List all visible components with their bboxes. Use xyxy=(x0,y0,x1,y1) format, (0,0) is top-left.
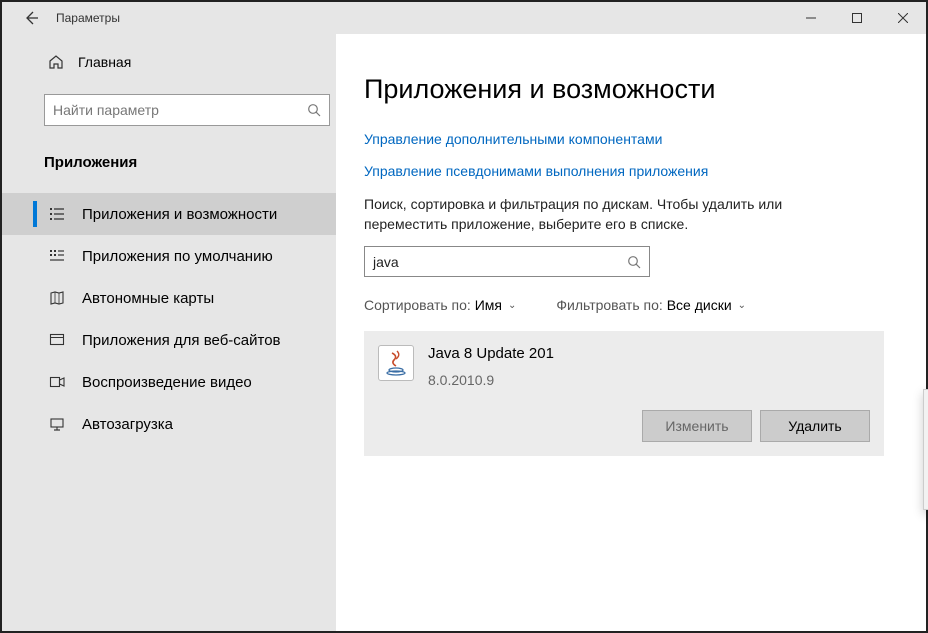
sidebar-home-label: Главная xyxy=(78,54,131,70)
minimize-button[interactable] xyxy=(788,2,834,34)
link-optional-features[interactable]: Управление дополнительными компонентами xyxy=(364,131,898,147)
sidebar-item-startup[interactable]: Автозагрузка xyxy=(2,403,336,445)
sidebar-item-apps-websites[interactable]: Приложения для веб-сайтов xyxy=(2,319,336,361)
chevron-down-icon: ⌄ xyxy=(508,300,516,311)
app-filter-input[interactable]: java xyxy=(364,246,650,277)
maximize-button[interactable] xyxy=(834,2,880,34)
titlebar: Параметры xyxy=(2,2,926,34)
sidebar-item-label: Приложения и возможности xyxy=(82,206,277,223)
description-text: Поиск, сортировка и фильтрация по дискам… xyxy=(364,195,844,234)
sidebar-item-label: Автономные карты xyxy=(82,290,214,307)
sidebar-item-default-apps[interactable]: Приложения по умолчанию xyxy=(2,235,336,277)
java-icon xyxy=(378,345,414,381)
uninstall-button[interactable]: Удалить xyxy=(760,410,870,442)
website-icon xyxy=(48,331,66,349)
close-button[interactable] xyxy=(880,2,926,34)
sidebar-item-label: Воспроизведение видео xyxy=(82,374,252,391)
video-icon xyxy=(48,373,66,391)
sidebar-nav: Приложения и возможности Приложения по у… xyxy=(2,179,336,445)
sidebar-item-label: Автозагрузка xyxy=(82,416,173,433)
sidebar-section-title: Приложения xyxy=(2,130,336,179)
sidebar-item-video-playback[interactable]: Воспроизведение видео xyxy=(2,361,336,403)
page-title: Приложения и возможности xyxy=(364,74,898,105)
sidebar-item-apps-features[interactable]: Приложения и возможности xyxy=(2,193,336,235)
sidebar-item-label: Приложения для веб-сайтов xyxy=(82,332,281,349)
search-icon xyxy=(307,103,321,117)
search-icon xyxy=(627,255,641,269)
app-version: 8.0.2010.9 xyxy=(428,372,554,388)
home-icon xyxy=(48,54,64,70)
list-icon xyxy=(48,205,66,223)
app-name: Java 8 Update 201 xyxy=(428,345,554,362)
window-title: Параметры xyxy=(48,11,120,25)
sidebar-item-label: Приложения по умолчанию xyxy=(82,248,273,265)
sort-by-dropdown[interactable]: Сортировать по: Имя⌄ xyxy=(364,297,516,313)
back-button[interactable] xyxy=(14,10,48,26)
content-area: Приложения и возможности Управление допо… xyxy=(336,34,926,631)
defaults-icon xyxy=(48,247,66,265)
uninstall-confirm-popup: Это приложение и все его данные будут уд… xyxy=(923,389,928,510)
search-input[interactable]: Найти параметр xyxy=(44,94,330,126)
sidebar-home[interactable]: Главная xyxy=(2,48,336,76)
app-card[interactable]: Java 8 Update 201 8.0.2010.9 Изменить Уд… xyxy=(364,331,884,456)
sidebar: Главная Найти параметр Приложения Прилож… xyxy=(2,34,336,631)
sidebar-item-offline-maps[interactable]: Автономные карты xyxy=(2,277,336,319)
map-icon xyxy=(48,289,66,307)
chevron-down-icon: ⌄ xyxy=(738,300,746,311)
search-placeholder: Найти параметр xyxy=(53,102,159,118)
window-controls xyxy=(788,2,926,34)
link-execution-aliases[interactable]: Управление псевдонимами выполнения прило… xyxy=(364,163,898,179)
startup-icon xyxy=(48,415,66,433)
modify-button: Изменить xyxy=(642,410,752,442)
filter-value: java xyxy=(373,254,399,270)
filter-by-dropdown[interactable]: Фильтровать по: Все диски⌄ xyxy=(556,297,746,313)
